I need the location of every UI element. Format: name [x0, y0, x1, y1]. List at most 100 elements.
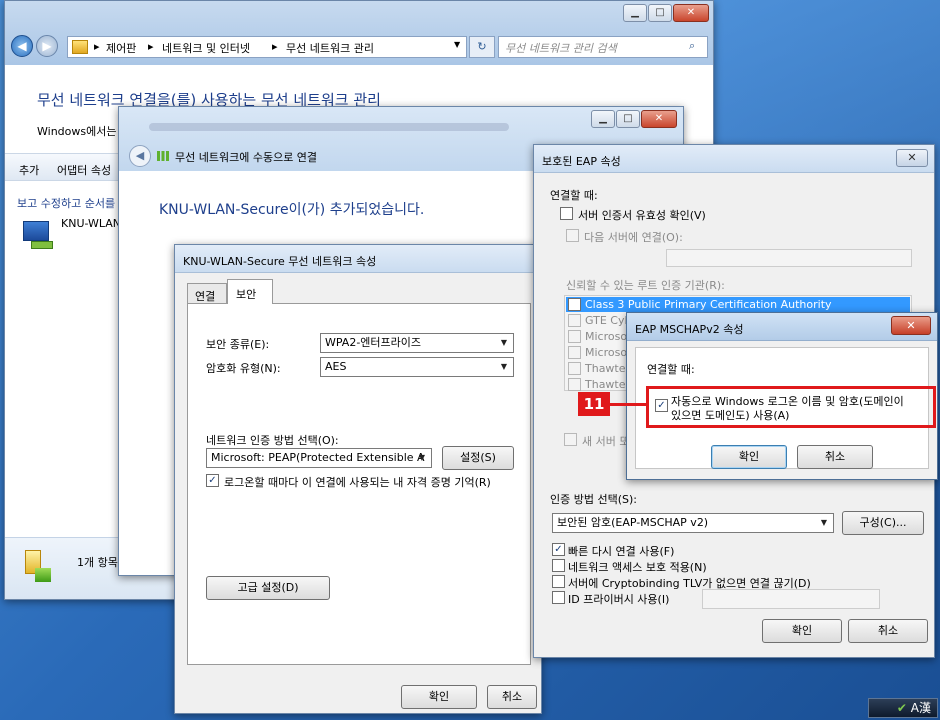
maximize-button[interactable]: □	[648, 4, 672, 22]
add-button[interactable]: 추가	[19, 162, 39, 178]
breadcrumb-control-panel[interactable]: 제어판	[106, 40, 136, 56]
ime-indicator[interactable]: ✔ A漢	[868, 698, 938, 718]
network-list-item[interactable]: KNU-WLAN	[61, 217, 121, 230]
configure-button[interactable]: 구성(C)...	[842, 511, 924, 535]
refresh-button[interactable]: ↻	[469, 36, 495, 58]
advanced-settings-button[interactable]: 고급 설정(D)	[206, 576, 330, 600]
mschap-when-connecting-label: 연결할 때:	[647, 363, 695, 376]
mschap-ok-button[interactable]: 확인	[711, 445, 787, 469]
ca-item-checkbox[interactable]	[568, 314, 581, 327]
search-icon: ⌕	[689, 39, 696, 52]
connect-servers-label: 다음 서버에 연결(O):	[584, 231, 683, 244]
status-item-count: 1개 항목	[77, 556, 118, 569]
tab-connection-label: 연결	[195, 290, 216, 303]
ca-item-checkbox[interactable]	[568, 330, 581, 343]
wizard-blurred-text	[149, 123, 509, 131]
ca-item-name: Class 3 Public Primary Certification Aut…	[585, 298, 832, 311]
ca-item-checkbox[interactable]	[568, 298, 581, 311]
peap-title: 보호된 EAP 속성	[542, 155, 621, 168]
identity-privacy-checkbox[interactable]	[552, 591, 565, 604]
forward-button[interactable]: ▶	[36, 35, 58, 57]
chevron-down-icon: ▼	[418, 453, 426, 462]
breadcrumb-wireless-manage[interactable]: 무선 네트워크 관리	[286, 40, 374, 56]
callout-connector-line	[608, 403, 646, 406]
wizard-close-button[interactable]: ✕	[641, 110, 677, 128]
security-type-select[interactable]: WPA2-엔터프라이즈 ▼	[320, 333, 514, 353]
peap-auth-method-label: 인증 방법 선택(S):	[550, 493, 637, 506]
ca-item-checkbox[interactable]	[568, 362, 581, 375]
peap-when-connecting-label: 연결할 때:	[550, 189, 598, 202]
mschap-close-button[interactable]: ✕	[891, 316, 931, 335]
back-button[interactable]: ◀	[11, 35, 33, 57]
fast-reconnect-checkbox[interactable]: ✓	[552, 543, 565, 556]
chevron-down-icon: ▼	[820, 518, 828, 527]
peap-ok-button[interactable]: 확인	[762, 619, 842, 643]
peap-cancel-button[interactable]: 취소	[848, 619, 928, 643]
new-server-label: 새 서버 또	[582, 435, 630, 448]
props-title: KNU-WLAN-Secure 무선 네트워크 속성	[183, 255, 377, 268]
wizard-maximize-button[interactable]: □	[616, 110, 640, 128]
nap-label: 네트워크 액세스 보호 적용(N)	[568, 561, 707, 574]
chevron-down-icon: ▼	[500, 338, 508, 347]
security-type-label: 보안 종류(E):	[206, 338, 270, 351]
tab-security[interactable]: 보안	[227, 279, 273, 304]
cryptobinding-checkbox[interactable]	[552, 575, 565, 588]
breadcrumb-sep-0: ▸	[94, 40, 100, 53]
search-box[interactable]: 무선 네트워크 관리 검색 ⌕	[498, 36, 708, 58]
address-dropdown-icon[interactable]: ▼	[454, 40, 460, 49]
identity-privacy-input[interactable]	[702, 589, 880, 609]
auth-method-select[interactable]: Microsoft: PEAP(Protected Extensible A ▼	[206, 448, 432, 468]
network-folder-icon	[72, 40, 88, 54]
nap-checkbox[interactable]	[552, 559, 565, 572]
new-server-checkbox[interactable]	[564, 433, 577, 446]
close-button[interactable]: ✕	[673, 4, 709, 22]
props-cancel-button[interactable]: 취소	[487, 685, 537, 709]
encryption-type-select[interactable]: AES ▼	[320, 357, 514, 377]
tab-connection[interactable]: 연결	[187, 283, 227, 303]
props-ok-button[interactable]: 확인	[401, 685, 477, 709]
identity-privacy-label: ID 프라이버시 사용(I)	[568, 593, 670, 606]
remember-credentials-checkbox[interactable]: ✓	[206, 474, 219, 487]
mschap-title: EAP MSCHAPv2 속성	[635, 323, 744, 336]
network-properties-dialog: KNU-WLAN-Secure 무선 네트워크 속성 연결 보안 보안 종류(E…	[174, 244, 542, 714]
address-bar[interactable]: ▸ 제어판 ▸ 네트워크 및 인터넷 ▸ 무선 네트워크 관리 ▼	[67, 36, 467, 58]
wireless-network-icon	[21, 215, 55, 251]
security-tab-panel: 보안 종류(E): WPA2-엔터프라이즈 ▼ 암호화 유형(N): AES ▼…	[187, 303, 531, 665]
wizard-minimize-button[interactable]: ▁	[591, 110, 615, 128]
adapter-properties-button[interactable]: 어댑터 속성	[57, 162, 111, 178]
ca-item-name: GTE Cyb	[585, 314, 632, 327]
list-caption: 보고 수정하고 순서를	[17, 197, 116, 210]
ime-check-icon: ✔	[896, 701, 907, 715]
auth-method-label: 네트워크 인증 방법 선택(O):	[206, 434, 339, 447]
security-type-value: WPA2-엔터프라이즈	[325, 336, 422, 349]
validate-certificate-checkbox[interactable]	[560, 207, 573, 220]
minimize-button[interactable]: ▁	[623, 4, 647, 22]
wizard-back-button[interactable]: ◀	[129, 145, 151, 167]
peap-close-button[interactable]: ✕	[896, 149, 928, 167]
callout-highlight-box	[646, 386, 936, 428]
server-names-input[interactable]	[666, 249, 912, 267]
encryption-type-value: AES	[325, 360, 347, 373]
breadcrumb-network-internet[interactable]: 네트워크 및 인터넷	[162, 40, 250, 56]
auth-settings-button[interactable]: 설정(S)	[442, 446, 514, 470]
wizard-success-message: KNU-WLAN-Secure이(가) 추가되었습니다.	[159, 202, 425, 218]
ca-item-checkbox[interactable]	[568, 346, 581, 359]
peap-auth-method-value: 보안된 암호(EAP-MSCHAP v2)	[557, 516, 709, 529]
tab-security-label: 보안	[236, 288, 257, 301]
ca-item-checkbox[interactable]	[568, 378, 581, 391]
callout-number: 11	[583, 395, 605, 413]
page-description: Windows에서는	[37, 125, 117, 138]
remember-credentials-label: 로그온할 때마다 이 연결에 사용되는 내 자격 증명 기억(R)	[224, 476, 491, 489]
connect-servers-checkbox[interactable]	[566, 229, 579, 242]
peap-auth-method-select[interactable]: 보안된 암호(EAP-MSCHAP v2) ▼	[552, 513, 834, 533]
status-network-icon	[23, 550, 53, 584]
search-placeholder: 무선 네트워크 관리 검색	[505, 42, 617, 55]
wizard-title: 무선 네트워크에 수동으로 연결	[175, 151, 318, 164]
mschap-cancel-button[interactable]: 취소	[797, 445, 873, 469]
fast-reconnect-label: 빠른 다시 연결 사용(F)	[568, 545, 675, 558]
wizard-network-icon	[157, 151, 169, 161]
breadcrumb-sep-2: ▸	[272, 40, 278, 53]
encryption-type-label: 암호화 유형(N):	[206, 362, 281, 375]
ca-item-name: Microso	[585, 346, 628, 359]
chevron-down-icon: ▼	[500, 362, 508, 371]
